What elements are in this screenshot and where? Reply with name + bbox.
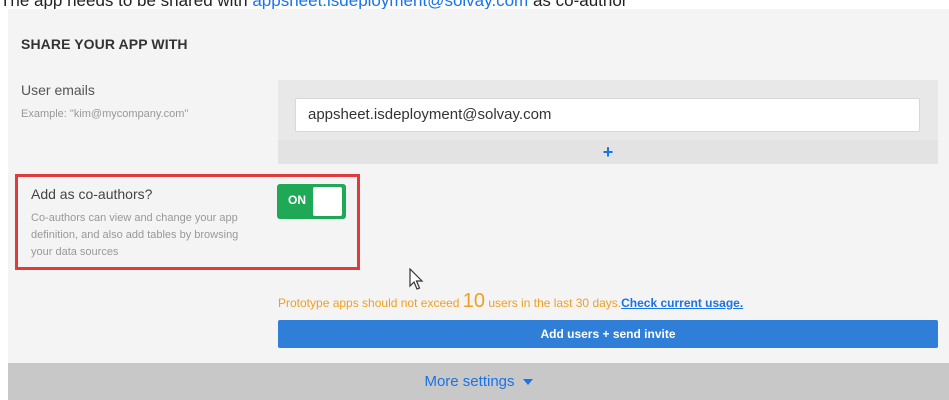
section-title: SHARE YOUR APP WITH — [21, 36, 188, 52]
coauthor-label: Add as co-authors? — [31, 186, 153, 202]
warning-suffix: users in the last 30 days. — [485, 296, 622, 310]
warning-prefix: Prototype apps should not exceed — [278, 296, 463, 310]
prototype-warning: Prototype apps should not exceed 10 user… — [278, 290, 743, 313]
add-users-send-invite-button[interactable]: Add users + send invite — [278, 320, 938, 348]
coauthor-help-text: Co-authors can view and change your app … — [31, 212, 239, 258]
check-usage-link[interactable]: Check current usage. — [621, 296, 743, 310]
more-settings-button[interactable]: More settings — [8, 363, 949, 400]
coauthor-toggle[interactable]: ON — [277, 184, 346, 219]
more-settings-label: More settings — [424, 373, 515, 390]
toggle-on-label: ON — [288, 193, 306, 207]
toggle-knob — [313, 187, 342, 216]
email-field[interactable]: appsheet.isdeployment@solvay.com — [295, 98, 920, 132]
user-emails-hint: Example: "kim@mycompany.com" — [21, 108, 189, 120]
add-email-button[interactable]: + — [278, 140, 938, 164]
mouse-cursor-icon — [409, 268, 424, 290]
caret-down-icon — [522, 379, 533, 386]
user-limit: 10 — [462, 290, 486, 312]
user-emails-label: User emails — [21, 82, 95, 98]
plus-icon: + — [602, 142, 614, 162]
